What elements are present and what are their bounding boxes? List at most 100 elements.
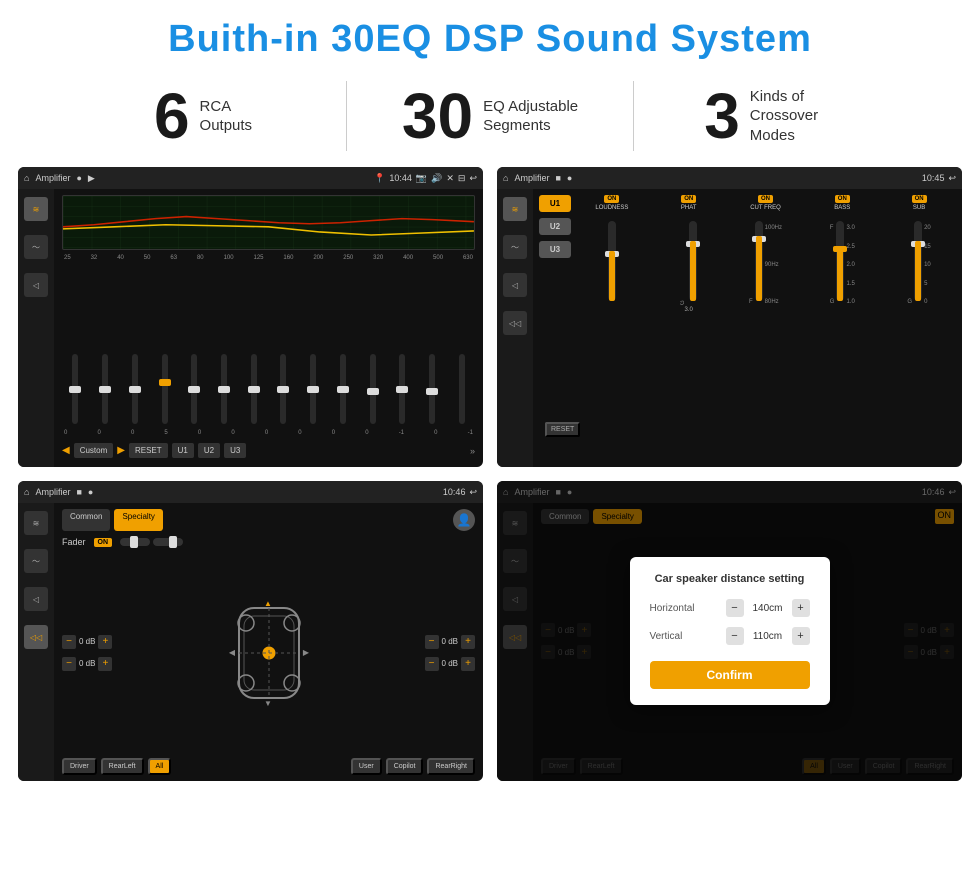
rearleft-btn[interactable]: RearLeft xyxy=(101,758,144,775)
custom-btn[interactable]: Custom xyxy=(74,443,114,458)
db-plus-1[interactable]: + xyxy=(98,635,112,649)
screen1-sidebar: ≋ 〜 ◁ xyxy=(18,189,54,467)
wave-sidebar-icon-2[interactable]: 〜 xyxy=(503,235,527,259)
home-icon-2[interactable]: ⌂ xyxy=(503,173,508,183)
eq-bottom-bar: ◀ Custom ▶ RESET U1 U2 U3 » xyxy=(62,440,475,461)
db-val-2: 0 dB xyxy=(79,659,95,668)
reset-btn[interactable]: RESET xyxy=(129,443,168,458)
back-icon[interactable]: ↩ xyxy=(469,173,477,184)
home-icon[interactable]: ⌂ xyxy=(24,173,29,183)
vertical-plus-btn[interactable]: + xyxy=(792,627,810,645)
db-plus-4[interactable]: + xyxy=(461,657,475,671)
rearright-btn[interactable]: RearRight xyxy=(427,758,475,775)
vol-sidebar-icon-2[interactable]: ◁ xyxy=(503,273,527,297)
fader-on-badge[interactable]: ON xyxy=(94,538,113,547)
eq-sidebar-icon-2[interactable]: ≋ xyxy=(503,197,527,221)
sub-label: SUB xyxy=(913,205,925,211)
speaker-sidebar-icon-3[interactable]: ◁◁ xyxy=(24,625,48,649)
screen1-topbar: ⌂ Amplifier ● ▶ 📍 10:44 📷 🔊 ✕ ⊟ ↩ xyxy=(18,167,483,189)
all-btn[interactable]: All xyxy=(148,758,172,775)
volume-icon: 🔊 xyxy=(431,173,442,184)
svg-text:▶: ▶ xyxy=(302,648,309,657)
u1-btn[interactable]: U1 xyxy=(172,443,194,458)
u2-btn[interactable]: U2 xyxy=(198,443,220,458)
car-svg: ▲ ▼ ◀ ▶ xyxy=(224,598,314,708)
bass-on[interactable]: ON xyxy=(835,195,850,203)
right-db-controls: − 0 dB + − 0 dB + xyxy=(425,635,475,671)
eq-sidebar-icon-3[interactable]: ≋ xyxy=(24,511,48,535)
cutfreq-label: CUT FREQ xyxy=(750,205,781,211)
fader-controls-row: Fader ON xyxy=(62,537,475,547)
db-minus-3[interactable]: − xyxy=(425,635,439,649)
db-plus-2[interactable]: + xyxy=(98,657,112,671)
user-btn[interactable]: User xyxy=(351,758,382,775)
fader-slider-1[interactable] xyxy=(120,538,150,546)
ctrl-cutfreq: ON CUT FREQ F 100Hz 90Hz xyxy=(729,195,803,461)
topbar-right-1: 📍 10:44 📷 🔊 ✕ ⊟ ↩ xyxy=(374,173,477,184)
sub-on[interactable]: ON xyxy=(912,195,927,203)
eq-sidebar-icon[interactable]: ≋ xyxy=(24,197,48,221)
confirm-button[interactable]: Confirm xyxy=(650,661,810,689)
screen-dialog: ⌂ Amplifier ■ ● 10:46 ↩ ≋ 〜 ◁ ◁◁ C xyxy=(497,481,962,781)
horizontal-plus-btn[interactable]: + xyxy=(792,599,810,617)
svg-text:▲: ▲ xyxy=(264,599,272,608)
speaker-sidebar-icon[interactable]: ◁◁ xyxy=(503,311,527,335)
wave-sidebar-icon-3[interactable]: 〜 xyxy=(24,549,48,573)
eq-freq-labels: 2532405063 80100125160200 25032040050063… xyxy=(62,254,475,262)
status-dot: ● xyxy=(76,173,81,183)
db-group-4: − 0 dB + xyxy=(425,657,475,671)
amp-reset-btn[interactable]: RESET xyxy=(545,422,580,437)
db-plus-3[interactable]: + xyxy=(461,635,475,649)
cutfreq-on[interactable]: ON xyxy=(758,195,773,203)
preset-u3[interactable]: U3 xyxy=(539,241,571,258)
screen3-topbar: ⌂ Amplifier ■ ● 10:46 ↩ xyxy=(18,481,483,503)
horizontal-minus-btn[interactable]: − xyxy=(726,599,744,617)
dialog-box: Car speaker distance setting Horizontal … xyxy=(630,557,830,705)
db-group-3: − 0 dB + xyxy=(425,635,475,649)
preset-u1[interactable]: U1 xyxy=(539,195,571,212)
play-icon: ▶ xyxy=(88,173,95,184)
back-icon-3[interactable]: ↩ xyxy=(469,487,477,498)
status-dot-2: ■ xyxy=(555,173,560,183)
home-icon-3[interactable]: ⌂ xyxy=(24,487,29,497)
vertical-minus-btn[interactable]: − xyxy=(726,627,744,645)
ctrl-loudness: ON LOUDNESS xyxy=(575,195,649,461)
prev-btn[interactable]: ◀ xyxy=(62,445,70,456)
time-display-2: 10:45 xyxy=(922,173,945,183)
screen1-body: ≋ 〜 ◁ xyxy=(18,189,483,467)
eq-slider-10 xyxy=(359,354,386,424)
db-group-1: − 0 dB + xyxy=(62,635,112,649)
eq-slider-8 xyxy=(300,354,327,424)
u3-btn[interactable]: U3 xyxy=(224,443,246,458)
eq-slider-12 xyxy=(419,354,446,424)
stat-eq: 30 EQ AdjustableSegments xyxy=(347,84,633,148)
next-btn[interactable]: ▶ xyxy=(117,445,125,456)
topbar-right-3: 10:46 ↩ xyxy=(443,487,477,498)
db-val-1: 0 dB xyxy=(79,637,95,646)
dialog-overlay: Car speaker distance setting Horizontal … xyxy=(497,481,962,781)
eq-graph xyxy=(62,195,475,250)
fader-slider-2[interactable] xyxy=(153,538,183,546)
copilot-btn[interactable]: Copilot xyxy=(386,758,424,775)
vol-sidebar-icon[interactable]: ◁ xyxy=(24,273,48,297)
preset-u2[interactable]: U2 xyxy=(539,218,571,235)
stat-crossover-number: 3 xyxy=(704,84,740,148)
fader-bottom: Driver RearLeft All User Copilot RearRig… xyxy=(62,758,475,775)
fader-content: Common Specialty 👤 Fader ON xyxy=(54,503,483,781)
wave-sidebar-icon[interactable]: 〜 xyxy=(24,235,48,259)
db-minus-4[interactable]: − xyxy=(425,657,439,671)
tab-common[interactable]: Common xyxy=(62,509,110,531)
loudness-on[interactable]: ON xyxy=(604,195,619,203)
db-minus-2[interactable]: − xyxy=(62,657,76,671)
back-icon-2[interactable]: ↩ xyxy=(948,173,956,184)
horizontal-value: 140cm xyxy=(748,603,788,614)
time-display-3: 10:46 xyxy=(443,487,466,497)
eq-slider-5 xyxy=(211,354,238,424)
phat-on[interactable]: ON xyxy=(681,195,696,203)
db-minus-1[interactable]: − xyxy=(62,635,76,649)
location-icon: 📍 xyxy=(374,173,385,184)
driver-btn[interactable]: Driver xyxy=(62,758,97,775)
tab-specialty[interactable]: Specialty xyxy=(114,509,162,531)
eq-content: 2532405063 80100125160200 25032040050063… xyxy=(54,189,483,467)
vol-sidebar-icon-3[interactable]: ◁ xyxy=(24,587,48,611)
